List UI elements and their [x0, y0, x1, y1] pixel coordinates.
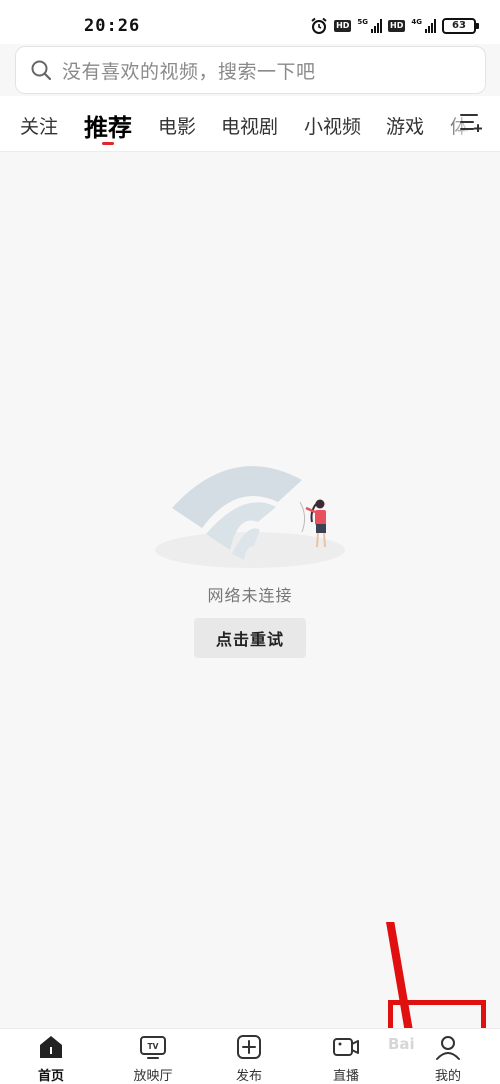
tab-tv-series[interactable]: 电视剧: [221, 112, 278, 139]
nav-theater-label: 放映厅: [133, 1069, 173, 1084]
nav-home[interactable]: 首页: [11, 1033, 91, 1084]
bottom-navigation: 首页 TV 放映厅 发布 直播 我的: [0, 1028, 500, 1084]
nav-profile-label: 我的: [434, 1069, 461, 1084]
network-type-label-2: 4G: [411, 18, 422, 26]
no-network-illustration: [155, 466, 345, 568]
signal-icon: [371, 19, 383, 33]
home-icon: [40, 1036, 62, 1058]
nav-theater[interactable]: TV 放映厅: [113, 1033, 193, 1084]
search-icon: [31, 60, 52, 81]
status-icons: HD 5G HD 4G 63: [310, 17, 479, 35]
watermark: Bai: [388, 1035, 415, 1053]
channel-menu-icon[interactable]: [460, 112, 482, 132]
plus-icon: [237, 1035, 261, 1059]
nav-publish[interactable]: 发布: [209, 1033, 289, 1084]
nav-publish-label: 发布: [235, 1069, 262, 1084]
profile-icon: [436, 1036, 460, 1060]
nav-live[interactable]: 直播: [306, 1033, 386, 1084]
tab-follow[interactable]: 关注: [20, 112, 58, 139]
status-bar: 20:26 HD 5G HD 4G 63: [0, 0, 500, 44]
status-time: 20:26: [84, 16, 141, 36]
battery-icon: 63: [442, 18, 479, 34]
hd-badge-2: HD: [388, 20, 406, 32]
tv-icon: TV: [140, 1036, 166, 1059]
search-placeholder: 没有喜欢的视频，搜索一下吧: [62, 60, 316, 83]
battery-level: 63: [452, 20, 466, 31]
active-tab-indicator: [102, 142, 114, 145]
nav-home-label: 首页: [37, 1069, 64, 1084]
tab-movies[interactable]: 电影: [158, 112, 196, 139]
network-type-label: 5G: [357, 18, 369, 26]
retry-button[interactable]: 点击重试: [194, 618, 306, 658]
network-error-message: 网络未连接: [207, 586, 293, 605]
live-camera-icon: [333, 1038, 359, 1056]
nav-live-label: 直播: [332, 1069, 359, 1084]
tab-recommend[interactable]: 推荐: [84, 108, 132, 143]
hd-badge: HD: [334, 20, 352, 32]
tab-short-video[interactable]: 小视频: [304, 112, 361, 139]
alarm-icon: [311, 17, 327, 34]
nav-profile[interactable]: 我的: [408, 1033, 488, 1084]
svg-text:TV: TV: [148, 1042, 159, 1051]
main-content: 网络未连接 点击重试: [0, 152, 500, 1084]
search-bar[interactable]: 没有喜欢的视频，搜索一下吧: [15, 46, 486, 94]
signal-icon-2: [425, 19, 436, 33]
category-tabs: 关注 推荐 电影 电视剧 小视频 游戏 体: [0, 96, 500, 152]
tab-games[interactable]: 游戏: [386, 112, 424, 139]
